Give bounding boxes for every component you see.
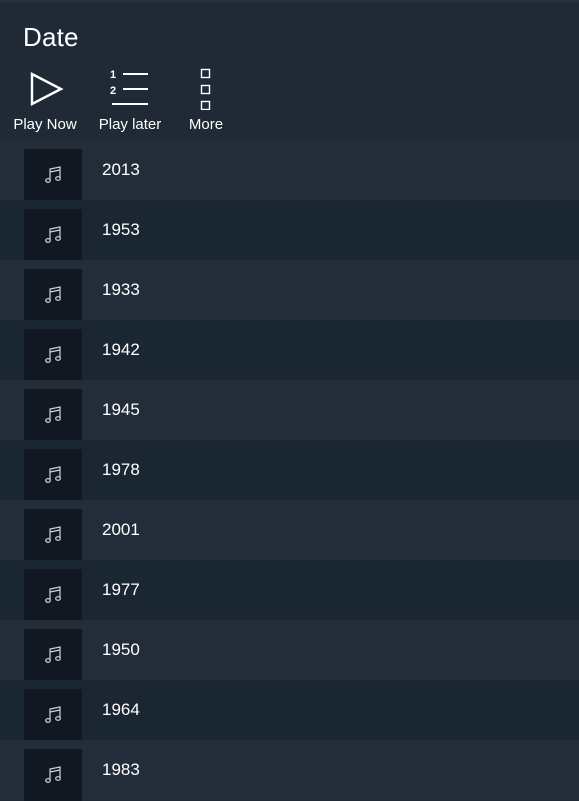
item-label: 2001	[102, 520, 140, 539]
list-item[interactable]: 1950	[0, 620, 579, 681]
music-note-icon	[45, 346, 61, 363]
item-thumbnail	[24, 509, 82, 561]
more-button[interactable]: More	[180, 64, 232, 140]
svg-text:1: 1	[110, 69, 116, 81]
item-label: 1953	[102, 220, 140, 239]
item-label: 2013	[102, 160, 140, 179]
item-label: 1964	[102, 700, 140, 719]
music-note-icon	[45, 586, 61, 603]
list-item[interactable]: 1964	[0, 680, 579, 741]
list-item[interactable]: 1983	[0, 740, 579, 801]
list-item[interactable]: 2013	[0, 140, 579, 200]
more-label: More	[188, 116, 224, 133]
music-note-icon	[45, 466, 61, 483]
item-thumbnail	[24, 629, 82, 681]
music-note-icon	[45, 406, 61, 423]
item-thumbnail	[24, 149, 82, 200]
item-thumbnail	[24, 749, 82, 801]
item-thumbnail	[24, 209, 82, 261]
list-item[interactable]: 2001	[0, 500, 579, 561]
list-item[interactable]: 1978	[0, 440, 579, 501]
music-note-icon	[45, 286, 61, 303]
music-note-icon	[45, 526, 61, 543]
list-item[interactable]: 1977	[0, 560, 579, 621]
play-now-button[interactable]: Play Now	[6, 64, 84, 140]
play-now-label: Play Now	[13, 116, 77, 133]
play-later-button[interactable]: 1 2 Play later	[92, 64, 168, 140]
item-thumbnail	[24, 389, 82, 441]
item-label: 1977	[102, 580, 140, 599]
item-thumbnail	[24, 269, 82, 321]
item-label: 1933	[102, 280, 140, 299]
play-later-label: Play later	[98, 116, 162, 133]
list-item[interactable]: 1945	[0, 380, 579, 441]
music-note-icon	[45, 646, 61, 663]
list-item[interactable]: 1933	[0, 260, 579, 321]
item-label: 1978	[102, 460, 140, 479]
item-thumbnail	[24, 569, 82, 621]
date-list: 2013 1953 1933 1942 1945 1978 2001 1977 …	[0, 140, 579, 801]
page-title: Date	[23, 22, 79, 52]
music-note-icon	[45, 766, 61, 783]
item-label: 1942	[102, 340, 140, 359]
item-thumbnail	[24, 329, 82, 381]
play-icon	[6, 64, 84, 115]
item-thumbnail	[24, 689, 82, 741]
music-note-icon	[45, 166, 61, 183]
music-note-icon	[45, 226, 61, 243]
numbered-list-icon: 1 2	[92, 64, 168, 115]
music-note-icon	[45, 706, 61, 723]
item-thumbnail	[24, 449, 82, 501]
list-item[interactable]: 1953	[0, 200, 579, 261]
list-item[interactable]: 1942	[0, 320, 579, 381]
svg-text:2: 2	[110, 85, 116, 97]
action-toolbar: Play Now 1 2 Play later More	[0, 64, 579, 146]
item-label: 1945	[102, 400, 140, 419]
more-icon	[180, 64, 232, 115]
item-label: 1983	[102, 760, 140, 779]
item-label: 1950	[102, 640, 140, 659]
top-edge	[0, 0, 579, 3]
